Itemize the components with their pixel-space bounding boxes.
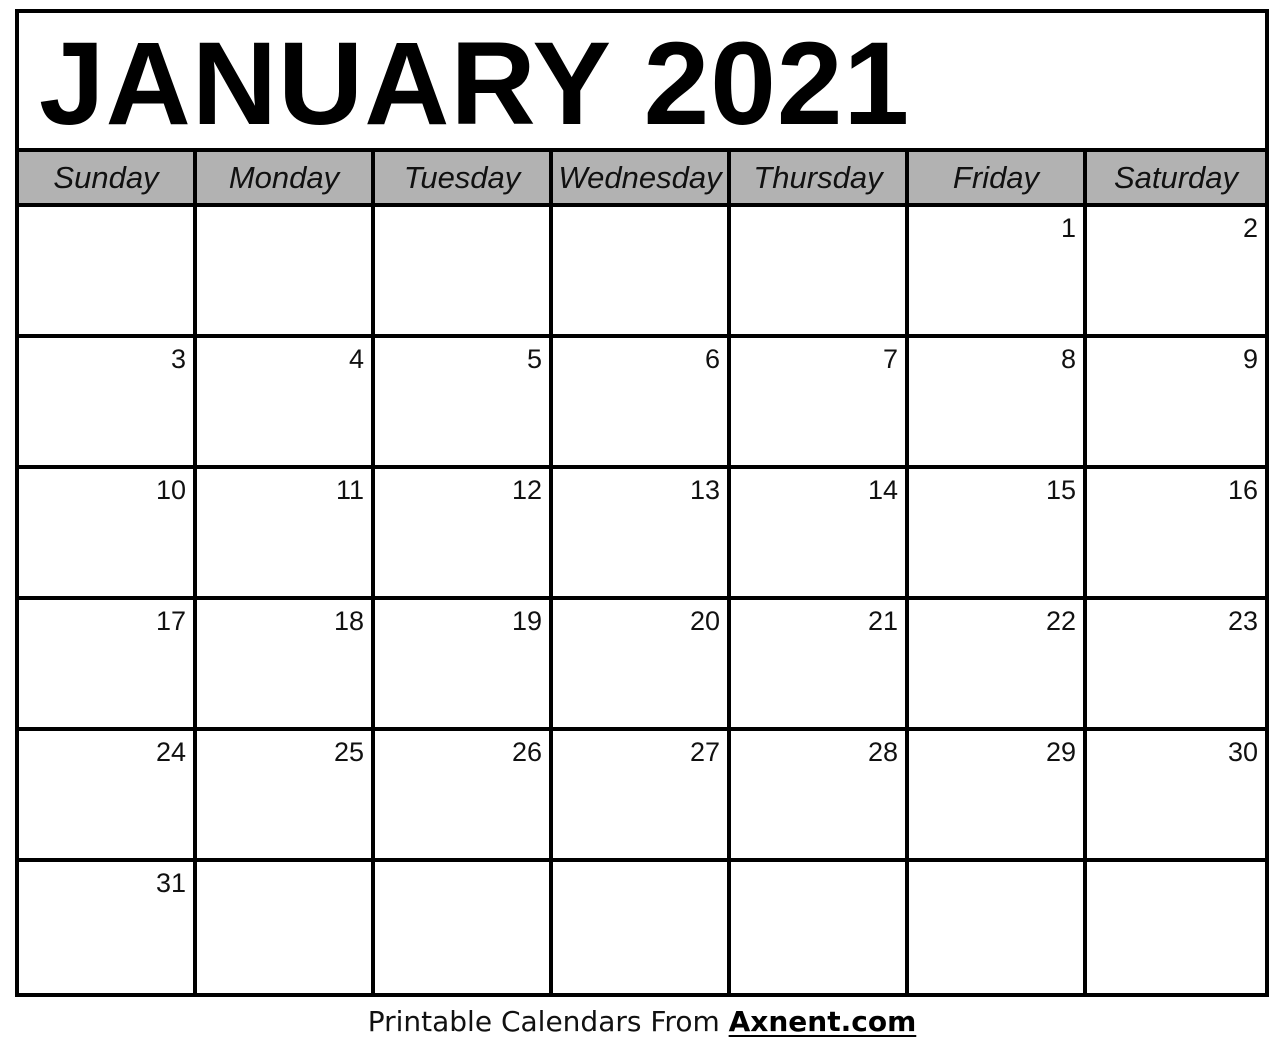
day-number: 8 <box>1060 344 1076 374</box>
day-cell: 1 <box>909 207 1087 338</box>
day-cell: 15 <box>909 469 1087 600</box>
day-number: 16 <box>1227 475 1258 505</box>
day-number: 3 <box>170 344 186 374</box>
footer: Printable Calendars From Axnent.com <box>0 1003 1284 1041</box>
day-cell: 6 <box>553 338 731 469</box>
day-number: 27 <box>689 737 720 767</box>
day-number: 30 <box>1227 737 1258 767</box>
day-cell <box>375 207 553 338</box>
day-number: 17 <box>155 606 186 636</box>
day-cell <box>375 862 553 993</box>
weekday-header-tuesday: Tuesday <box>375 152 553 207</box>
day-number: 4 <box>348 344 364 374</box>
weekday-header-saturday: Saturday <box>1087 152 1265 207</box>
footer-brand-link[interactable]: Axnent.com <box>729 1005 917 1038</box>
day-cell <box>731 862 909 993</box>
day-cell: 17 <box>19 600 197 731</box>
weekday-header-thursday: Thursday <box>731 152 909 207</box>
day-cell: 8 <box>909 338 1087 469</box>
day-cell: 12 <box>375 469 553 600</box>
day-number: 28 <box>867 737 898 767</box>
day-number: 5 <box>526 344 542 374</box>
day-cell: 3 <box>19 338 197 469</box>
calendar: JANUARY 2021 Sunday Monday Tuesday Wedne… <box>15 9 1269 997</box>
day-cell: 23 <box>1087 600 1265 731</box>
day-number: 20 <box>689 606 720 636</box>
day-cell: 29 <box>909 731 1087 862</box>
day-cell: 4 <box>197 338 375 469</box>
day-number: 2 <box>1242 213 1258 243</box>
day-number: 11 <box>335 475 364 505</box>
day-cell <box>553 207 731 338</box>
day-cell: 31 <box>19 862 197 993</box>
day-cell <box>197 207 375 338</box>
day-number: 31 <box>155 868 186 898</box>
day-cell: 18 <box>197 600 375 731</box>
day-cell: 7 <box>731 338 909 469</box>
weekday-header-wednesday: Wednesday <box>553 152 731 207</box>
calendar-title: JANUARY 2021 <box>39 18 911 150</box>
day-number: 26 <box>511 737 542 767</box>
day-number: 18 <box>333 606 364 636</box>
day-number: 9 <box>1242 344 1258 374</box>
day-cell <box>909 862 1087 993</box>
weekday-header-sunday: Sunday <box>19 152 197 207</box>
day-cell: 21 <box>731 600 909 731</box>
weekday-header-monday: Monday <box>197 152 375 207</box>
day-number: 6 <box>704 344 720 374</box>
day-number: 29 <box>1045 737 1076 767</box>
day-cell: 16 <box>1087 469 1265 600</box>
day-cell <box>1087 862 1265 993</box>
day-cell: 22 <box>909 600 1087 731</box>
day-number: 25 <box>333 737 364 767</box>
day-number: 19 <box>511 606 542 636</box>
footer-text: Printable Calendars From <box>367 1005 729 1038</box>
day-number: 7 <box>882 344 898 374</box>
day-number: 12 <box>511 475 542 505</box>
day-number: 14 <box>867 475 898 505</box>
day-cell: 9 <box>1087 338 1265 469</box>
day-cell <box>197 862 375 993</box>
day-cell: 30 <box>1087 731 1265 862</box>
calendar-grid: Sunday Monday Tuesday Wednesday Thursday… <box>19 152 1265 993</box>
day-cell: 5 <box>375 338 553 469</box>
day-cell <box>19 207 197 338</box>
day-cell: 14 <box>731 469 909 600</box>
day-number: 21 <box>867 606 898 636</box>
day-cell: 25 <box>197 731 375 862</box>
day-number: 24 <box>155 737 186 767</box>
day-cell <box>553 862 731 993</box>
day-cell <box>731 207 909 338</box>
day-cell: 19 <box>375 600 553 731</box>
day-cell: 27 <box>553 731 731 862</box>
weekday-header-friday: Friday <box>909 152 1087 207</box>
day-cell: 20 <box>553 600 731 731</box>
day-cell: 11 <box>197 469 375 600</box>
day-cell: 24 <box>19 731 197 862</box>
day-number: 22 <box>1045 606 1076 636</box>
day-cell: 28 <box>731 731 909 862</box>
day-number: 1 <box>1060 213 1076 243</box>
title-area: JANUARY 2021 <box>19 13 1265 152</box>
day-number: 10 <box>155 475 186 505</box>
day-number: 15 <box>1045 475 1076 505</box>
day-cell: 13 <box>553 469 731 600</box>
day-number: 13 <box>689 475 720 505</box>
day-cell: 10 <box>19 469 197 600</box>
day-number: 23 <box>1227 606 1258 636</box>
day-cell: 2 <box>1087 207 1265 338</box>
day-cell: 26 <box>375 731 553 862</box>
